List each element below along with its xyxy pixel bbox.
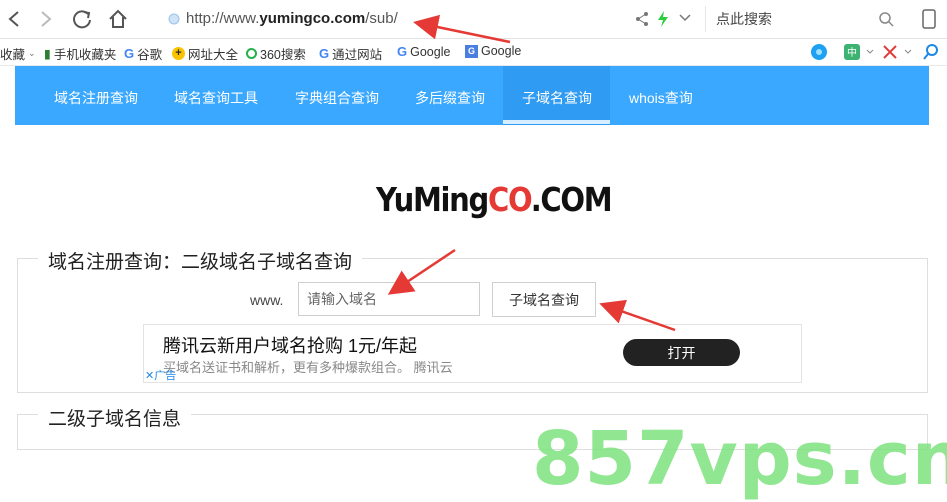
bookmark-label: 360搜索: [260, 48, 306, 62]
nav-item-dictionary[interactable]: 字典组合查询: [295, 88, 379, 108]
nav-item-whois[interactable]: whois查询: [629, 88, 693, 108]
google-icon: G: [397, 44, 408, 59]
logo-part-yuming: YuMing: [376, 180, 489, 219]
lightning-icon[interactable]: [656, 10, 670, 28]
bookmark-label: 手机收藏夹: [53, 48, 117, 62]
bookmark-item-google-translate[interactable]: G Google: [465, 44, 521, 58]
scissors-icon[interactable]: [881, 43, 899, 61]
ad-subtitle: 买域名送证书和解析，更有多种爆款组合。 腾讯云: [163, 360, 453, 375]
bookmark-item-360[interactable]: 360搜索: [246, 44, 306, 63]
query-section-title: 域名注册查询：二级域名子域名查询: [38, 247, 363, 274]
svg-text:中: 中: [847, 46, 857, 59]
chevron-down-icon[interactable]: [904, 49, 912, 55]
globe-icon: [168, 13, 180, 25]
ad-mark[interactable]: ✕广告: [145, 367, 176, 383]
back-button[interactable]: [2, 7, 26, 31]
bookmark-item-directory[interactable]: + 网址大全: [172, 44, 238, 63]
logo-part-co: CO: [487, 180, 532, 219]
home-icon: [109, 9, 127, 28]
bookmark-item-mobile[interactable]: ▮ 手机收藏夹: [44, 44, 116, 63]
close-icon[interactable]: ✕: [145, 370, 154, 382]
share-icon[interactable]: [634, 11, 650, 27]
bookmark-label: Google: [481, 44, 522, 58]
nav-item-subdomain[interactable]: 子域名查询: [522, 88, 592, 108]
logo-part-com: .COM: [530, 180, 613, 219]
url-domain: yumingco.com: [259, 10, 366, 27]
magnifier-icon[interactable]: [922, 43, 940, 61]
reload-icon: [73, 10, 91, 29]
bookmark-label: 网址大全: [188, 48, 239, 62]
google-icon: G: [124, 46, 135, 61]
bookmark-label: Google: [410, 44, 451, 59]
bookmark-label: 谷歌: [137, 48, 163, 62]
nav-item-multi-suffix[interactable]: 多后缀查询: [415, 88, 485, 108]
bookmark-item-favorites[interactable]: 收藏 ⌄: [0, 44, 36, 63]
bookmark-label: 收藏: [0, 48, 26, 62]
search-360-icon: [246, 48, 257, 59]
chevron-down-icon[interactable]: [866, 49, 874, 55]
watermark: 857vps.cn: [532, 416, 947, 502]
chevron-down-icon[interactable]: [678, 13, 692, 23]
plus-circle-icon: +: [172, 47, 185, 60]
nav-active-underline: [503, 120, 610, 124]
www-prefix: www.: [250, 292, 284, 308]
url-path: /sub/: [365, 10, 398, 27]
subdomain-info-title: 二级子域名信息: [38, 404, 192, 431]
home-button[interactable]: [106, 7, 130, 31]
domain-input[interactable]: [298, 282, 480, 316]
ad-title: 腾讯云新用户域名抢购 1元/年起: [163, 336, 418, 356]
forward-button[interactable]: [34, 7, 58, 31]
search-icon[interactable]: [878, 11, 894, 27]
chevron-right-icon: [41, 11, 52, 27]
chevron-left-icon: [8, 11, 19, 27]
reload-button[interactable]: [70, 7, 94, 31]
phone-icon: ▮: [44, 47, 51, 61]
url-prefix: http://www.: [186, 10, 260, 27]
chevron-down-icon: ⌄: [28, 48, 36, 58]
bookmark-item-google-cn[interactable]: G 谷歌: [124, 44, 162, 63]
address-url: http://www.yumingco.com/sub/: [186, 10, 398, 27]
bookmark-label: 通过网站: [332, 48, 383, 62]
mobile-icon[interactable]: [922, 9, 936, 29]
bookmark-item-site[interactable]: G 通过网站: [319, 44, 382, 63]
search-placeholder: 点此搜索: [716, 11, 772, 27]
translate-ext-icon[interactable]: 中: [843, 43, 861, 61]
site-logo[interactable]: YuMingCO.COM: [376, 180, 613, 219]
nav-item-domain-register[interactable]: 域名注册查询: [54, 88, 138, 108]
ext-circle-icon[interactable]: [810, 43, 828, 61]
nav-item-domain-tools[interactable]: 域名查询工具: [174, 88, 258, 108]
ad-mark-label: 广告: [154, 370, 177, 382]
bookmark-item-google[interactable]: G Google: [397, 44, 450, 59]
subdomain-query-button[interactable]: 子域名查询: [492, 282, 596, 317]
google-icon: G: [319, 46, 330, 61]
ad-open-button[interactable]: 打开: [623, 339, 740, 366]
translate-icon: G: [465, 44, 478, 58]
